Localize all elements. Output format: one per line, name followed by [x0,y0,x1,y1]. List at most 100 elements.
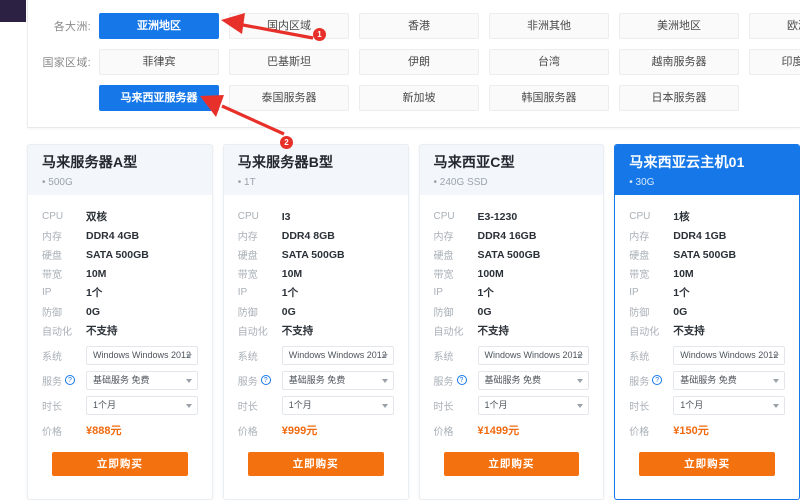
filter-chip-continent-5[interactable]: 欧洲地区 [749,13,800,39]
select-system[interactable]: Windows Windows 2012 [281,345,394,365]
spec-value-defense: 0G [673,305,688,318]
product-card-0[interactable]: 马来服务器A型 500G CPU 双核内存 DDR4 4GB 硬盘 SATA 500GB 带宽… [27,144,213,500]
spec-row-ip: IP 1个 [42,283,198,302]
spec-row-disk: 硬盘 SATA 500GB [42,245,198,264]
select-value-system: Windows Windows 2012 [484,349,583,360]
spec-row-memory: 内存 DDR4 4GB [42,226,198,245]
chevron-down-icon [773,353,779,358]
spec-label-automation: 自动化 [629,327,660,338]
spec-label-cpu: CPU [42,211,64,222]
filter-chip-country-row-1-0[interactable]: 菲律宾 [99,49,219,75]
buy-now-button[interactable]: 立即购买 [52,452,188,476]
select-service[interactable]: 基础服务 免费 [477,370,590,390]
filter-panel: 各大洲: 亚洲地区国内区域香港非洲其他美洲地区欧洲地区国家区域: 菲律宾巴基斯坦伊朗… [27,0,800,128]
select-value-duration: 1个月 [484,399,508,410]
option-label-system: 系统 [629,348,673,363]
chevron-down-icon [381,403,388,408]
option-label-system: 系统 [42,348,86,363]
card-header: 马来西亚云主机01 30G [615,145,799,195]
select-duration[interactable]: 1个月 [673,395,785,415]
select-service[interactable]: 基础服务 免费 [673,370,785,390]
help-question-icon[interactable]: ? [260,375,271,385]
spec-row-memory: 内存 DDR4 1GB [629,226,785,245]
filter-chip-country-row-2-0[interactable]: 马来西亚服务器 [99,85,219,111]
filter-chip-country-row-2-4[interactable]: 日本服务器 [619,85,739,111]
price-label: 价格 [42,426,62,438]
spec-value-disk: SATA 500GB [673,248,737,261]
filter-chip-country-row-1-5[interactable]: 印度服务器 [749,49,800,75]
card-title: 马来服务器A型 [42,154,138,170]
spec-label-cpu: CPU [237,211,259,222]
option-label-text-system: 系统 [42,351,62,363]
spec-value-ip: 1个 [86,287,103,299]
spec-row-defense: 防御 0G [238,302,394,321]
option-label-text-service: 服务 [237,376,258,388]
filter-chip-continent-2[interactable]: 香港 [359,13,479,39]
help-question-icon[interactable]: ? [652,375,663,385]
spec-label-disk: 硬盘 [237,251,258,262]
product-card-2[interactable]: 马来西亚C型 240G SSD CPU E3-1230 内存 DDR4 16GB 硬盘 SAT… [418,144,605,500]
filter-chip-continent-1[interactable]: 国内区域 [229,13,349,39]
card-header: 马来服务器A型 500G [28,145,212,195]
filter-chip-country-row-1-4[interactable]: 越南服务器 [619,49,739,75]
product-card-3[interactable]: 马来西亚云主机01 30G CPU 1核内存 DDR4 1GB 硬盘 SATA 500GB 带… [614,144,800,500]
select-value-system: Windows Windows 2012 [288,349,387,360]
filter-chip-country-row-1-3[interactable]: 台湾 [489,49,609,75]
filter-chip-continent-3[interactable]: 非洲其他 [489,13,609,39]
select-duration[interactable]: 1个月 [477,395,590,415]
spec-label-automation: 自动化 [433,327,464,338]
select-duration[interactable]: 1个月 [281,395,394,415]
spec-row-defense: 防御 0G [42,302,198,321]
price-row: 价格 ¥888元 [42,419,198,441]
spec-row-automation: 自动化 不支持 [42,321,198,340]
select-value-service: 基础服务 免费 [484,374,542,385]
option-row-service: 服务? 基础服务 免费 [629,369,785,391]
filter-chip-country-row-2-2[interactable]: 新加坡 [359,85,479,111]
chevron-down-icon [773,378,779,383]
spec-value-automation: 不支持 [477,325,510,337]
buy-now-button[interactable]: 立即购买 [247,452,384,476]
filter-options-continent: 亚洲地区国内区域香港非洲其他美洲地区欧洲地区 [99,13,800,39]
card-subtitle: 240G SSD [434,177,590,188]
product-card-1[interactable]: 马来服务器B型 1T CPU I3 内存 DDR4 8GB 硬盘 SATA 500GB 带宽 10… [222,144,409,500]
filter-chip-continent-4[interactable]: 美洲地区 [619,13,739,39]
filter-row-continent: 各大洲: 亚洲地区国内区域香港非洲其他美洲地区欧洲地区 [28,13,800,39]
price-row: 价格 ¥1499元 [434,419,590,441]
filter-chip-country-row-2-3[interactable]: 韩国服务器 [489,85,609,111]
select-duration[interactable]: 1个月 [86,395,198,415]
spec-value-automation: 不支持 [281,325,314,337]
spec-row-memory: 内存 DDR4 16GB [434,226,590,245]
spec-label-ip: IP [42,287,52,298]
help-question-icon[interactable]: ? [456,375,467,385]
option-row-service: 服务? 基础服务 免费 [238,369,394,391]
spec-label-defense: 防御 [629,308,650,319]
filter-chip-continent-0[interactable]: 亚洲地区 [99,13,219,39]
buy-now-button[interactable]: 立即购买 [443,452,580,476]
option-label-text-service: 服务 [42,376,62,388]
select-value-service: 基础服务 免费 [288,374,346,385]
spec-label-cpu: CPU [433,211,455,222]
option-label-text-duration: 时长 [433,401,454,413]
option-row-system: 系统 Windows Windows 2012 [434,344,590,366]
spec-label-defense: 防御 [237,308,258,319]
select-service[interactable]: 基础服务 免费 [86,370,198,390]
chevron-down-icon [381,378,388,383]
spec-row-memory: 内存 DDR4 8GB [238,226,394,245]
chevron-down-icon [577,378,584,383]
filter-chip-country-row-2-1[interactable]: 泰国服务器 [229,85,349,111]
filter-chip-country-row-1-1[interactable]: 巴基斯坦 [229,49,349,75]
spec-label-cpu: CPU [629,211,651,222]
select-service[interactable]: 基础服务 免费 [281,370,394,390]
select-system[interactable]: Windows Windows 2012 [86,345,198,365]
select-system[interactable]: Windows Windows 2012 [673,345,785,365]
option-row-service: 服务? 基础服务 免费 [434,369,590,391]
help-question-icon[interactable]: ? [65,375,75,385]
annotation-badge-2: 2 [280,136,293,149]
page-root: 各大洲: 亚洲地区国内区域香港非洲其他美洲地区欧洲地区国家区域: 菲律宾巴基斯坦伊朗… [0,0,800,500]
buy-now-button[interactable]: 立即购买 [639,452,775,476]
filter-chip-country-row-1-2[interactable]: 伊朗 [359,49,479,75]
spec-value-memory: DDR4 1GB [673,229,727,242]
option-label-service: 服务? [629,373,673,388]
spec-row-automation: 自动化 不支持 [434,321,590,340]
select-system[interactable]: Windows Windows 2012 [477,345,590,365]
